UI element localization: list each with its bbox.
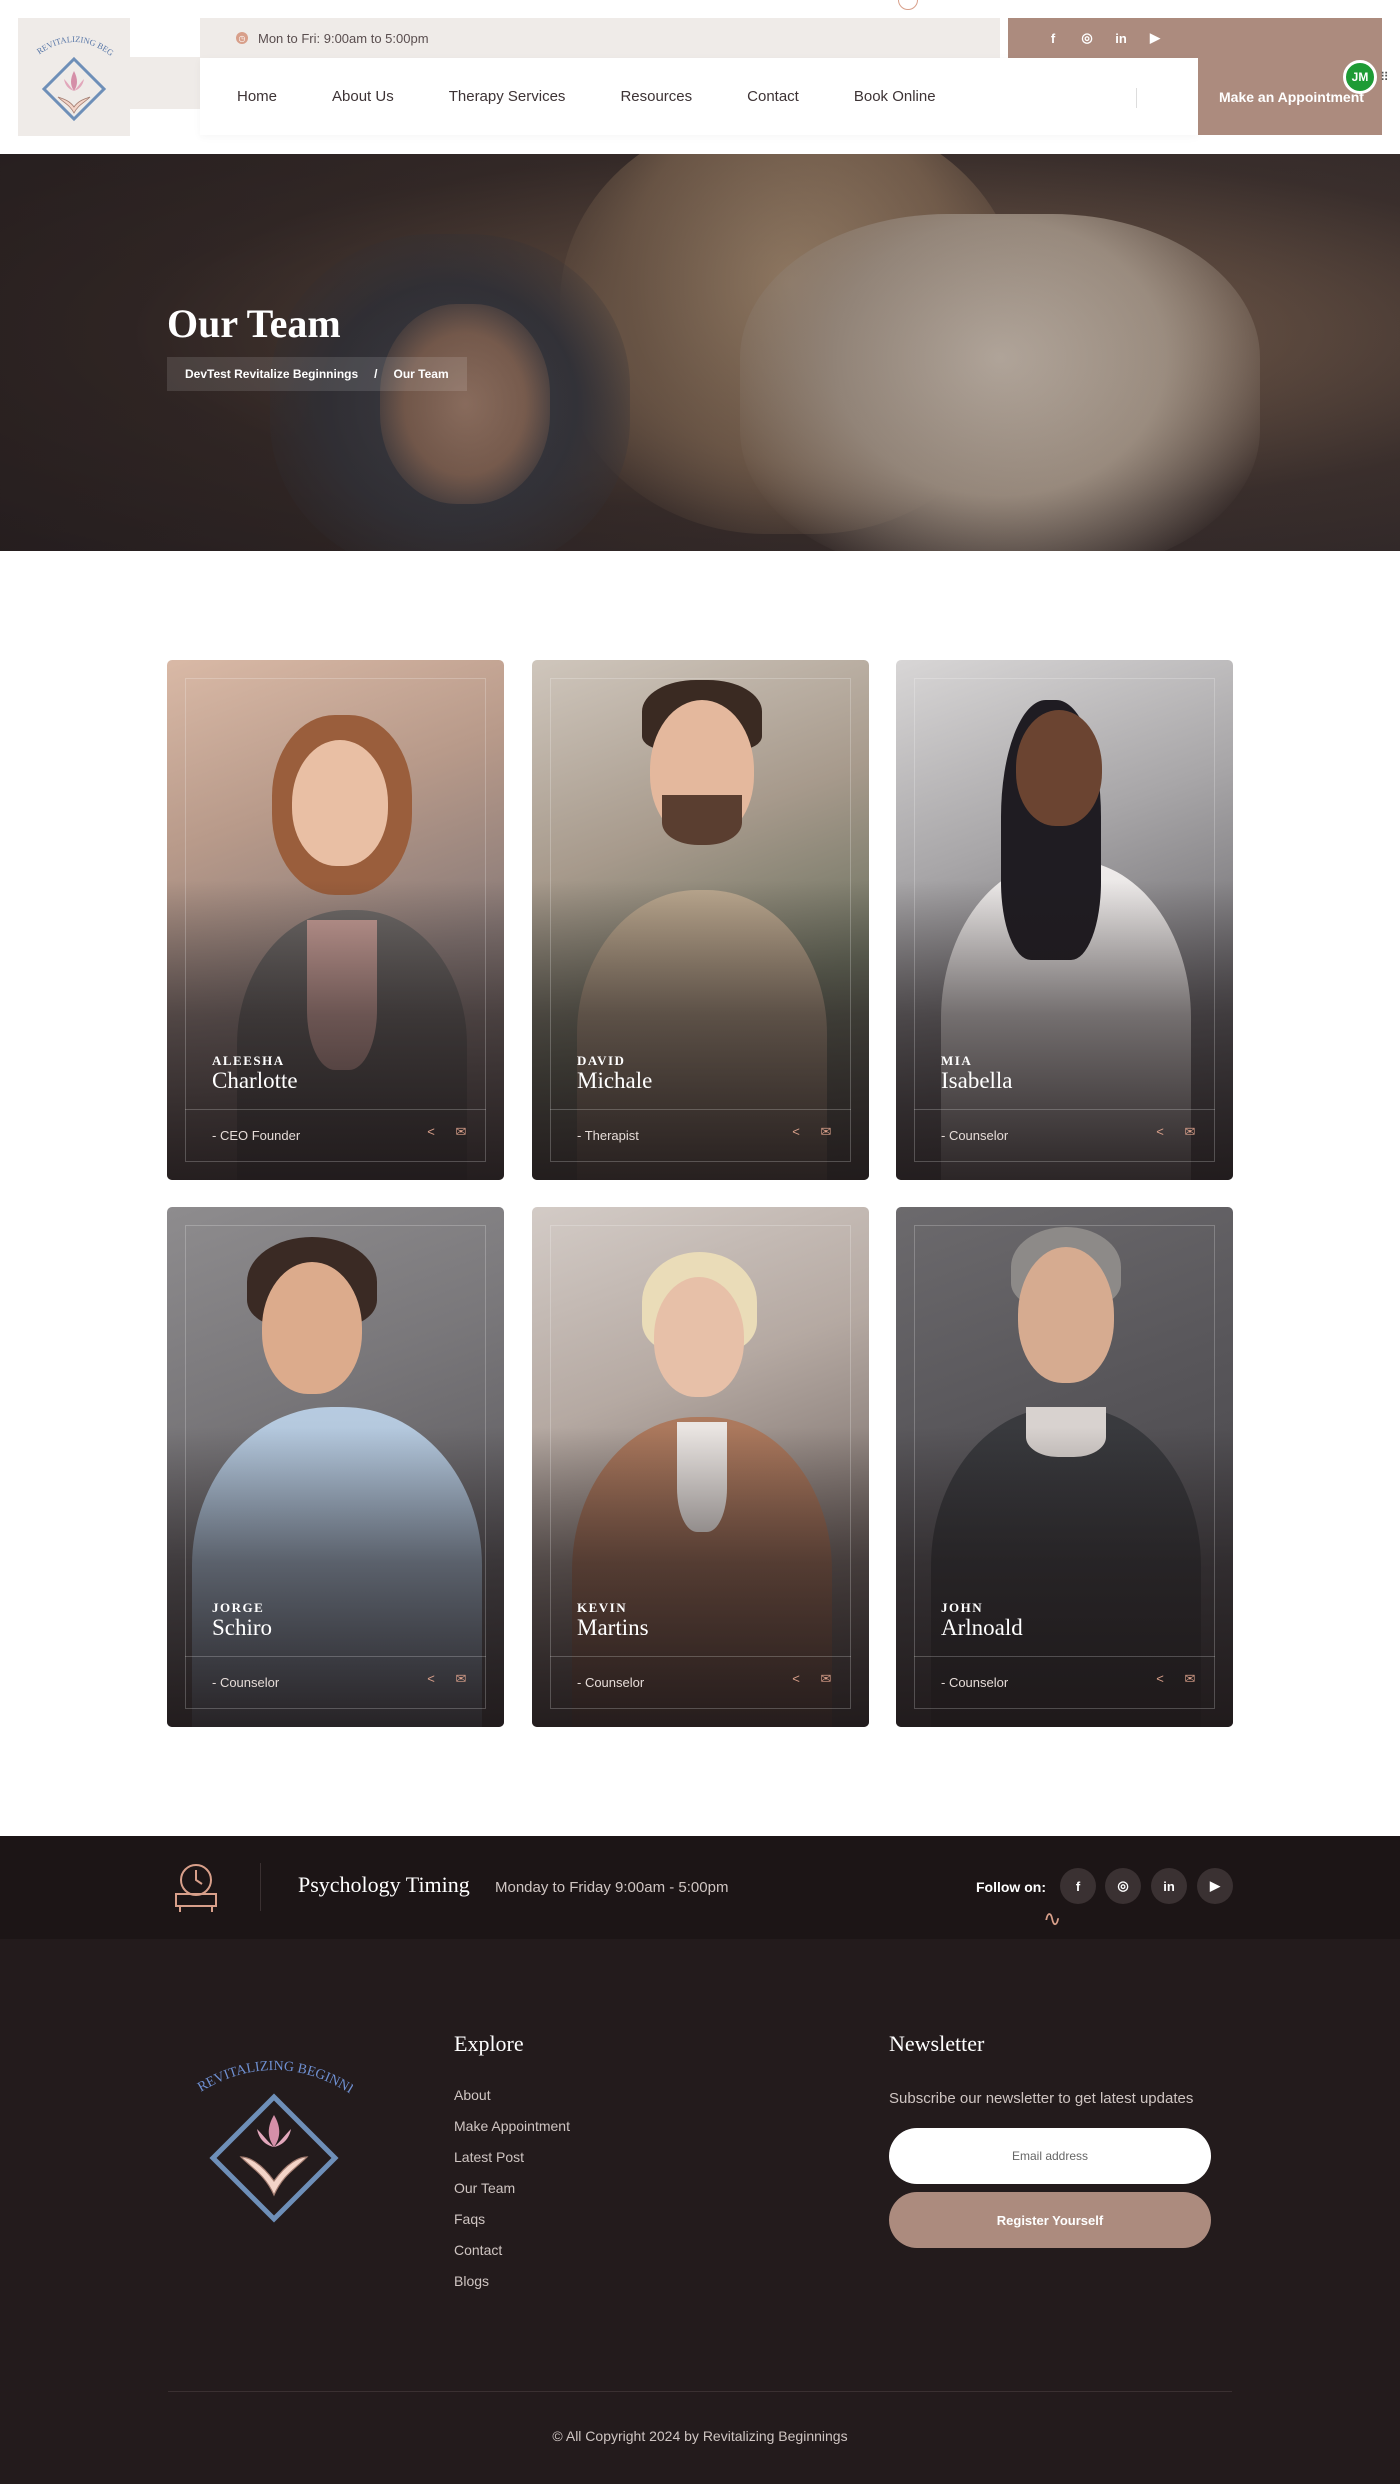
footer-logo[interactable]: REVITALIZING BEGINNINGS — [195, 2053, 353, 2223]
squiggle-decoration: ∿ — [1043, 1906, 1062, 1931]
member-first-name: JOHN — [941, 1600, 984, 1615]
share-icon[interactable]: < — [788, 1124, 804, 1139]
user-avatar[interactable]: JM — [1343, 60, 1377, 94]
share-icon[interactable]: < — [423, 1124, 439, 1139]
top-info-bar: ◷ Mon to Fri: 9:00am to 5:00pm — [200, 18, 1000, 58]
member-role: - Counselor — [941, 1128, 1009, 1143]
main-nav: Home About Us Therapy Services Resources… — [200, 58, 1198, 135]
site-footer: REVITALIZING BEGINNINGS Explore About Ma… — [0, 1939, 1400, 2484]
member-last-name: Martins — [577, 1615, 649, 1640]
breadcrumb-home-link[interactable]: DevTest Revitalize Beginnings — [185, 367, 358, 381]
team-card[interactable]: JORGE Schiro - Counselor < ✉ — [167, 1207, 504, 1727]
share-icon[interactable]: < — [788, 1671, 804, 1686]
svg-text:REVITALIZING BEGINNINGS: REVITALIZING BEGINNINGS — [195, 2053, 353, 2097]
svg-text:REVITALIZING BEGINNINGS: REVITALIZING BEGINNINGS — [24, 27, 116, 58]
clock-sofa-icon — [175, 1864, 217, 1912]
footer-divider — [168, 2391, 1232, 2392]
facebook-icon[interactable]: f — [1060, 1868, 1096, 1904]
site-logo[interactable]: REVITALIZING BEGINNINGS — [18, 18, 130, 136]
working-hours: Mon to Fri: 9:00am to 5:00pm — [258, 30, 429, 46]
share-icon[interactable]: < — [1152, 1671, 1168, 1686]
member-last-name: Charlotte — [212, 1068, 298, 1093]
footer-timing-bar: Psychology Timing Monday to Friday 9:00a… — [0, 1836, 1400, 1939]
youtube-icon[interactable]: ▶ — [1147, 30, 1163, 46]
logo-icon: REVITALIZING BEGINNINGS — [24, 27, 116, 122]
logo-strip — [130, 57, 200, 109]
breadcrumb: DevTest Revitalize Beginnings / Our Team — [167, 357, 467, 391]
mail-icon[interactable]: ✉ — [1182, 1124, 1198, 1140]
cta-label: Make an Appointment — [1219, 88, 1364, 105]
member-last-name: Isabella — [941, 1068, 1013, 1093]
follow-label: Follow on: — [976, 1879, 1046, 1895]
team-card[interactable]: ALEESHA Charlotte - CEO Founder < ✉ — [167, 660, 504, 1180]
linkedin-icon[interactable]: in — [1151, 1868, 1187, 1904]
nav-resources[interactable]: Resources — [620, 88, 692, 105]
member-first-name: MIA — [941, 1053, 973, 1068]
member-last-name: Schiro — [212, 1615, 273, 1640]
nav-contact[interactable]: Contact — [747, 88, 799, 105]
breadcrumb-separator: / — [374, 367, 378, 381]
drag-handle-icon[interactable]: ⠿ — [1380, 70, 1392, 86]
member-role: - Therapist — [577, 1128, 639, 1143]
share-icon[interactable]: < — [423, 1671, 439, 1686]
footer-link-latest-post[interactable]: Latest Post — [454, 2149, 524, 2165]
instagram-icon[interactable]: ◎ — [1079, 30, 1095, 46]
instagram-icon[interactable]: ◎ — [1105, 1868, 1141, 1904]
hero-overlay — [0, 154, 1400, 551]
footer-link-about[interactable]: About — [454, 2087, 491, 2103]
youtube-icon[interactable]: ▶ — [1197, 1868, 1233, 1904]
member-first-name: DAVID — [577, 1053, 626, 1068]
site-header: REVITALIZING BEGINNINGS ◷ Mon to Fri: 9:… — [0, 0, 1400, 154]
page-title: Our Team — [167, 301, 341, 346]
team-card[interactable]: KEVIN Martins - Counselor < ✉ — [532, 1207, 869, 1727]
nav-home[interactable]: Home — [237, 88, 277, 105]
mail-icon[interactable]: ✉ — [453, 1671, 469, 1687]
team-card[interactable]: MIA Isabella - Counselor < ✉ — [896, 660, 1233, 1180]
nav-book-online[interactable]: Book Online — [854, 88, 936, 105]
page-hero: Our Team DevTest Revitalize Beginnings /… — [0, 154, 1400, 551]
footer-link-our-team[interactable]: Our Team — [454, 2180, 515, 2196]
member-first-name: JORGE — [212, 1600, 265, 1615]
mail-icon[interactable]: ✉ — [1182, 1671, 1198, 1687]
member-role: - Counselor — [577, 1675, 645, 1690]
footer-link-make-appointment[interactable]: Make Appointment — [454, 2118, 570, 2134]
timing-hours: Monday to Friday 9:00am - 5:00pm — [495, 1879, 729, 1896]
footer-link-blogs[interactable]: Blogs — [454, 2273, 489, 2289]
header-social-bar: f ◎ in ▶ — [1008, 18, 1382, 58]
member-role: - Counselor — [941, 1675, 1009, 1690]
linkedin-icon[interactable]: in — [1113, 31, 1129, 46]
clock-icon: ◷ — [236, 32, 248, 44]
facebook-icon[interactable]: f — [1045, 31, 1061, 46]
timing-title: Psychology Timing — [298, 1872, 470, 1897]
team-card[interactable]: DAVID Michale - Therapist < ✉ — [532, 660, 869, 1180]
nav-divider — [1136, 88, 1137, 108]
mail-icon[interactable]: ✉ — [453, 1124, 469, 1140]
member-role: - Counselor — [212, 1675, 280, 1690]
newsletter-title: Newsletter — [889, 2031, 985, 2056]
decorative-circle — [898, 0, 918, 10]
explore-title: Explore — [454, 2031, 524, 2056]
member-role: - CEO Founder — [212, 1128, 301, 1143]
mail-icon[interactable]: ✉ — [818, 1124, 834, 1140]
share-icon[interactable]: < — [1152, 1124, 1168, 1139]
footer-link-faqs[interactable]: Faqs — [454, 2211, 485, 2227]
newsletter-text: Subscribe our newsletter to get latest u… — [889, 2090, 1194, 2107]
nav-therapy-services[interactable]: Therapy Services — [449, 88, 566, 105]
footer-link-contact[interactable]: Contact — [454, 2242, 502, 2258]
member-last-name: Arlnoald — [941, 1615, 1023, 1640]
member-last-name: Michale — [577, 1068, 653, 1093]
register-button[interactable]: Register Yourself — [889, 2192, 1211, 2248]
mail-icon[interactable]: ✉ — [818, 1671, 834, 1687]
team-card[interactable]: JOHN Arlnoald - Counselor < ✉ — [896, 1207, 1233, 1727]
member-first-name: KEVIN — [577, 1600, 628, 1615]
nav-about-us[interactable]: About Us — [332, 88, 394, 105]
breadcrumb-current: Our Team — [393, 367, 449, 381]
member-first-name: ALEESHA — [212, 1053, 285, 1068]
newsletter-email-input[interactable] — [889, 2128, 1211, 2184]
copyright-text: © All Copyright 2024 by Revitalizing Beg… — [552, 2428, 848, 2444]
